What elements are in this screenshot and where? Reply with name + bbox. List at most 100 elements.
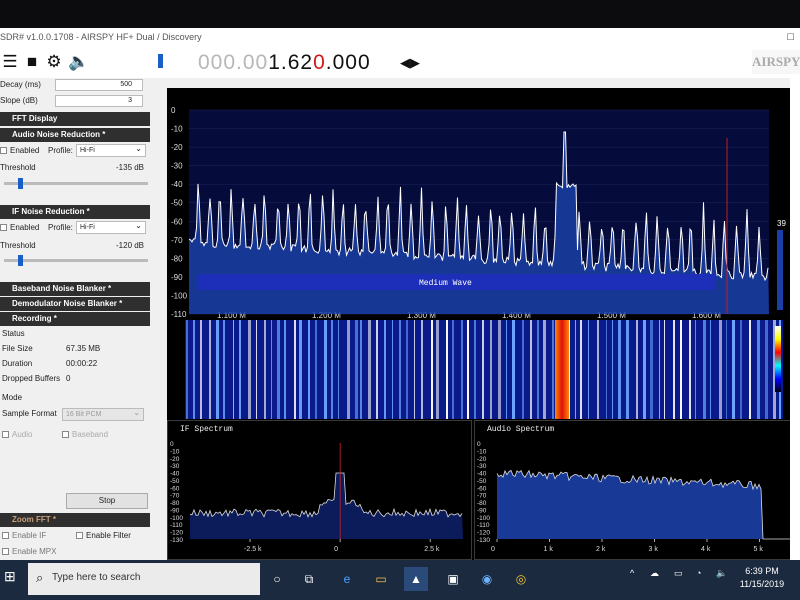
audio-checkbox[interactable] — [2, 431, 9, 439]
baseband-nb-header[interactable]: Baseband Noise Blanker * — [0, 282, 150, 296]
zoom-fft-header[interactable]: Zoom FFT * — [0, 513, 150, 527]
chevron-up-icon[interactable]: ^ — [630, 568, 634, 578]
waterfall-stripe — [277, 320, 280, 419]
waterfall-stripe — [452, 320, 455, 419]
waterfall-stripe — [597, 320, 599, 419]
search-icon: ⌕ — [36, 570, 44, 585]
sample-format-select[interactable]: 16 Bit PCM — [62, 407, 144, 421]
spectrum-y-tick: -40 — [171, 180, 183, 189]
waterfall-stripe — [446, 320, 449, 419]
if-spectrum-panel[interactable]: IF Spectrum 0 -10 -20 -30 -40 -50 -60 -70 -80 -90… — [167, 420, 472, 560]
waterfall-stripe — [307, 320, 310, 419]
fft-display-header[interactable]: FFT Display — [0, 112, 150, 126]
y-tick: -90 — [477, 507, 487, 514]
demod-nb-header[interactable]: Demodulator Noise Blanker * — [0, 297, 150, 311]
file-explorer-icon[interactable]: ▭ — [372, 570, 390, 588]
main-spectrum[interactable]: 0-10-20-30-40-50-60-70-80-90-100-110 1.10… — [167, 88, 800, 320]
decay-spinner[interactable]: 500 — [55, 79, 143, 91]
enable-mpx-checkbox[interactable] — [2, 548, 9, 556]
waterfall-stripe — [238, 320, 241, 419]
gear-icon[interactable]: ⚙ — [44, 52, 64, 72]
task-view-icon[interactable]: ⧉ — [300, 570, 318, 588]
if-nr-checkbox[interactable] — [0, 224, 7, 232]
y-tick: -100 — [477, 515, 490, 522]
waterfall-display[interactable] — [185, 320, 783, 419]
waterfall-stripe — [659, 320, 661, 419]
menu-icon[interactable]: ☰ — [0, 52, 20, 72]
close-icon[interactable]: □ — [787, 28, 794, 46]
enable-if-option[interactable]: Enable IF — [2, 529, 46, 543]
y-tick: -60 — [477, 485, 487, 492]
spectrum-y-tick: -90 — [171, 273, 183, 282]
spectrum-right-readout: 39 — [777, 219, 786, 228]
waterfall-stripe — [436, 320, 439, 419]
spectrum-y-tick: -110 — [171, 310, 187, 319]
frequency-cursor-digit[interactable]: 0 — [313, 51, 326, 74]
chrome-icon[interactable]: ◎ — [512, 570, 530, 588]
network-app-icon[interactable]: ◉ — [478, 570, 496, 588]
if-nr-threshold-value: -120 dB — [116, 241, 145, 250]
wifi-icon[interactable]: ◔ — [696, 568, 701, 578]
waterfall-stripe — [473, 320, 476, 419]
waterfall-stripe — [506, 320, 508, 419]
x-tick: -2.5 k — [244, 546, 262, 553]
if-nr-profile-select[interactable]: Hi-Fi — [76, 220, 146, 234]
y-tick: -70 — [170, 493, 180, 500]
if-nr-profile-label: Profile: — [48, 223, 73, 232]
baseband-checkbox[interactable] — [62, 431, 69, 439]
enable-filter-checkbox[interactable] — [76, 532, 83, 540]
volume-tray-icon[interactable]: 🔈 — [716, 568, 727, 579]
waterfall-stripe — [223, 320, 226, 419]
recording-header[interactable]: Recording * — [0, 312, 150, 326]
duration-label: Duration — [2, 359, 33, 368]
if-nr-header[interactable]: IF Noise Reduction * — [0, 205, 150, 219]
enable-mpx-label: Enable MPX — [12, 547, 57, 556]
cloud-icon[interactable]: ☁ — [650, 568, 659, 579]
audio-nr-checkbox[interactable] — [0, 147, 7, 155]
audio-nr-header[interactable]: Audio Noise Reduction * — [0, 128, 150, 142]
right-edge-strip — [790, 78, 800, 560]
edge-icon[interactable]: e — [338, 570, 356, 588]
spectrum-y-tick: -100 — [171, 291, 188, 300]
slope-spinner[interactable]: 3 — [55, 95, 143, 107]
enable-mpx-option[interactable]: Enable MPX — [2, 545, 56, 559]
audio-nr-enabled[interactable]: Enabled — [0, 144, 39, 158]
clock-time: 6:39 PM — [745, 566, 779, 576]
sdrsharp-taskbar-icon[interactable]: ▲ — [404, 567, 428, 591]
baseband-option[interactable]: Baseband — [62, 428, 108, 442]
waterfall-stripe — [512, 320, 515, 419]
cortana-icon[interactable]: ○ — [268, 570, 286, 588]
windows-start-icon[interactable]: ⊞ — [4, 568, 20, 584]
enable-if-checkbox[interactable] — [2, 532, 9, 540]
y-tick: -70 — [477, 493, 487, 500]
enable-filter-option[interactable]: Enable Filter — [76, 529, 131, 543]
airspy-logo: AIRSPY — [752, 50, 800, 74]
if-nr-enabled[interactable]: Enabled — [0, 221, 39, 235]
photos-icon[interactable]: ▣ — [444, 570, 462, 588]
audio-spectrum-panel[interactable]: Audio Spectrum 0 -10 -20 -30 -40 -50 -60 -70 -80… — [474, 420, 800, 560]
audio-nr-profile-select[interactable]: Hi-Fi — [76, 143, 146, 157]
waterfall-stripe — [330, 320, 333, 419]
y-tick: -40 — [170, 471, 180, 478]
waterfall-stripe — [270, 320, 272, 419]
volume-slider-thumb[interactable] — [158, 54, 163, 68]
waterfall-stripe — [255, 320, 258, 419]
audio-nr-threshold-slider[interactable] — [4, 182, 148, 185]
if-nr-threshold-thumb[interactable] — [18, 255, 24, 266]
audio-nr-threshold-thumb[interactable] — [18, 178, 24, 189]
waterfall-stripe — [284, 320, 286, 419]
waterfall-stripe — [413, 320, 416, 419]
band-label: Medium Wave — [419, 279, 472, 288]
battery-icon[interactable]: ▭ — [674, 568, 683, 579]
taskbar-clock[interactable]: 6:39 PM 11/15/2019 — [732, 565, 792, 591]
speaker-icon[interactable]: 🔈 — [68, 52, 89, 72]
taskbar-search-box[interactable]: ⌕ Type here to search — [28, 563, 260, 595]
waterfall-stripe — [605, 320, 607, 419]
audio-option[interactable]: Audio — [2, 428, 32, 442]
scroll-arrows-icon[interactable]: ◀▶ — [400, 55, 420, 71]
frequency-display[interactable]: 000.001.620.000 — [198, 51, 371, 75]
stop-icon[interactable]: ■ — [22, 52, 42, 72]
if-nr-threshold-slider[interactable] — [4, 259, 148, 262]
stop-recording-button[interactable]: Stop — [66, 493, 148, 509]
y-tick: -90 — [170, 507, 180, 514]
